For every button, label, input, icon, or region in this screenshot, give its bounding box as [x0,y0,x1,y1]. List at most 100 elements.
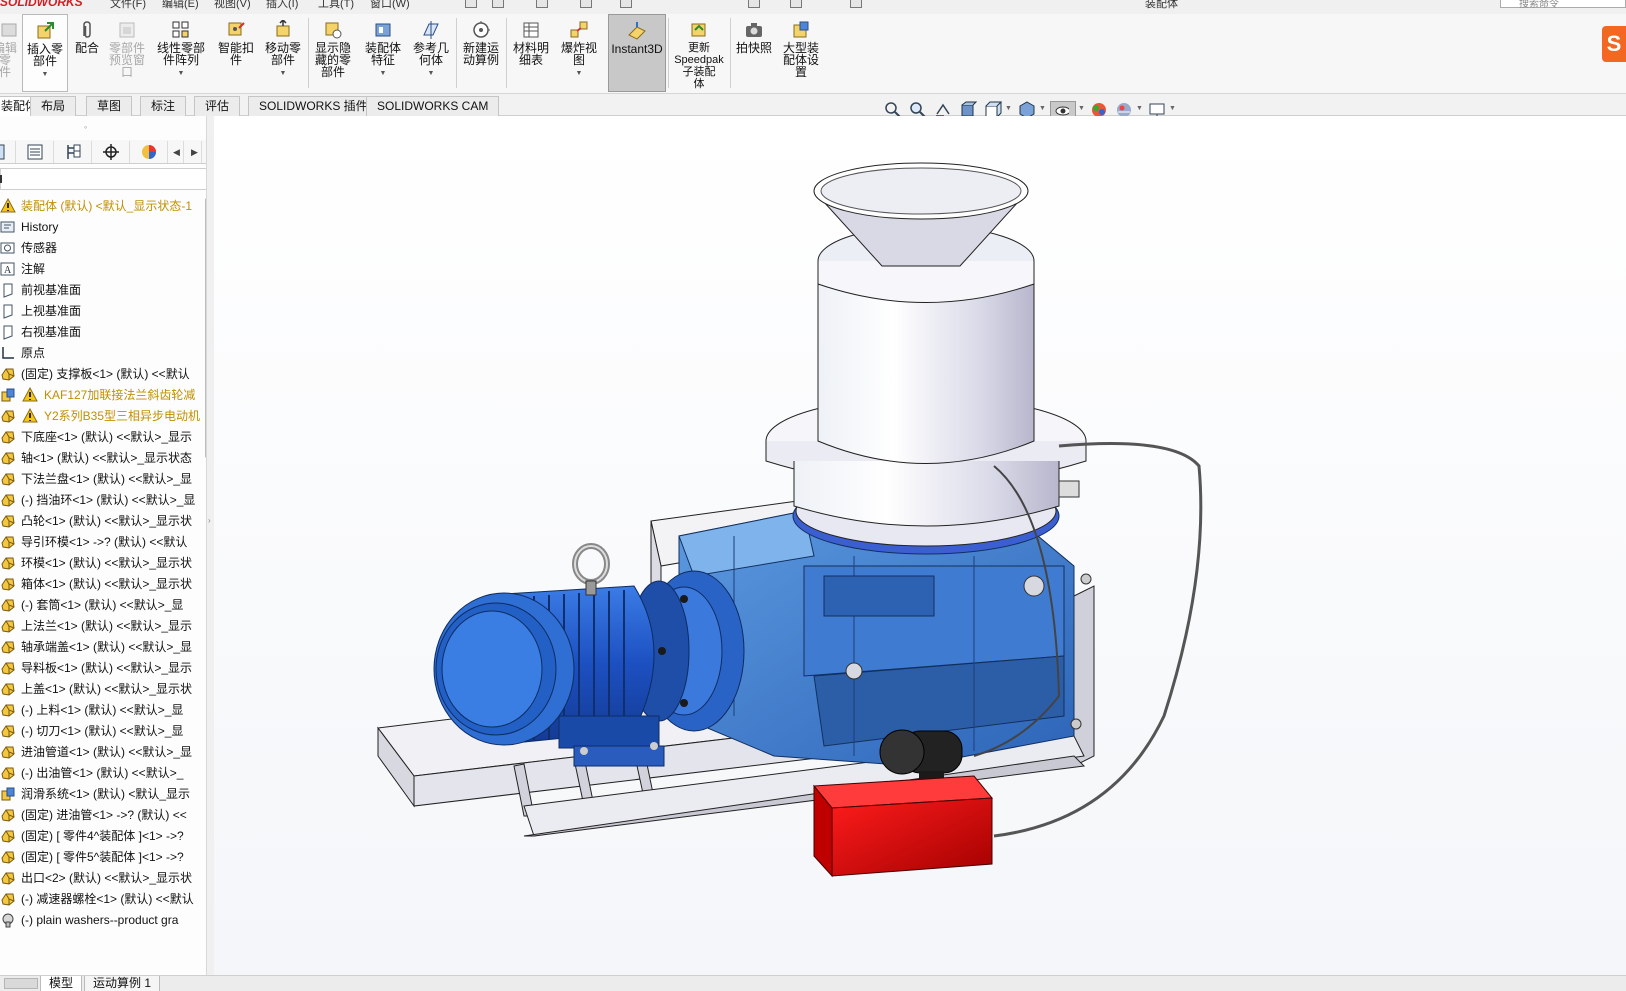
chevron-down-icon[interactable]: ▼ [152,68,210,80]
tab-scroll-buttons[interactable] [4,978,38,989]
update-speedpak-button[interactable]: 更新 Speedpak 子装配 体 [670,14,728,92]
table-icon [521,20,541,40]
tab-solidworks-addins[interactable]: SOLIDWORKS 插件 [248,96,379,116]
part-icon [0,681,16,697]
tree-item[interactable]: 导引环模<1> ->? (默认) <<默认 [0,532,204,552]
tree-item[interactable]: 下法兰盘<1> (默认) <<默认>_显 [0,469,204,489]
tree-item[interactable]: 轴承端盖<1> (默认) <<默认>_显 [0,637,204,657]
tree-item[interactable]: (-) 出油管<1> (默认) <<默认>_ [0,763,204,783]
tree-item[interactable]: (-) 套筒<1> (默认) <<默认>_显 [0,595,204,615]
display-manager-tab[interactable] [130,141,168,163]
rebuild-icon[interactable] [790,0,802,8]
search-input[interactable]: 搜索命令 [1500,0,1626,10]
tree-item[interactable]: 右视基准面 [0,322,204,342]
exploded-view-button[interactable]: 爆炸视 图 ▼ [556,14,602,92]
new-icon[interactable] [465,0,477,8]
tree-item[interactable]: 原点 [0,343,204,363]
tree-item[interactable]: 前视基准面 [0,280,204,300]
assembly-features-button[interactable]: 装配体 特征 ▼ [360,14,406,92]
tree-item[interactable]: Y2系列B35型三相异步电动机 [0,406,204,426]
dimxpert-manager-tab[interactable] [92,141,130,163]
smart-fasteners-button[interactable]: 智能扣 件 [214,14,258,92]
chevron-right-icon[interactable]: ▶ [188,141,202,163]
tree-item[interactable]: 上法兰<1> (默认) <<默认>_显示 [0,616,204,636]
panel-grip[interactable]: ◦ [84,122,87,132]
tree-item[interactable]: (-) 切刀<1> (默认) <<默认>_显 [0,721,204,741]
show-hidden-components-button[interactable]: 显示隐 藏的零 部件 [310,14,356,92]
move-component-button[interactable]: 移动零 部件 ▼ [260,14,306,92]
tree-item[interactable]: 润滑系统<1> (默认) <默认_显示 [0,784,204,804]
panel-splitter[interactable]: › [206,116,214,975]
tree-item[interactable]: (固定) [ 零件5^装配体 ]<1> ->? [0,847,204,867]
tree-item[interactable]: 凸轮<1> (默认) <<默认>_显示状 [0,511,204,531]
bill-of-materials-button[interactable]: 材料明 细表 [508,14,554,92]
tab-layout[interactable]: 布局 [30,96,77,116]
tree-item-label: 上盖<1> (默认) <<默认>_显示状 [21,682,193,696]
tree-item[interactable]: 导料板<1> (默认) <<默认>_显示 [0,658,204,678]
tree-item[interactable]: (-) 上料<1> (默认) <<默认>_显 [0,700,204,720]
menu-insert[interactable]: 插入(I) [266,0,298,11]
fastener-icon [0,912,16,928]
chevron-down-icon[interactable]: ▼ [260,68,306,80]
insert-components-button[interactable]: 插入零 部件 ▼ [22,14,68,92]
tree-item[interactable]: 进油管道<1> (默认) <<默认>_显 [0,742,204,762]
select-icon[interactable] [748,0,760,8]
tree-item[interactable]: (固定) 支撑板<1> (默认) <<默认 [0,364,204,384]
tree-item[interactable]: 出口<2> (默认) <<默认>_显示状 [0,868,204,888]
tree-item[interactable]: 环模<1> (默认) <<默认>_显示状 [0,553,204,573]
tab-model[interactable]: 模型 [40,976,83,991]
tree-item[interactable]: 传感器 [0,238,204,258]
chevron-left-icon[interactable]: ◀ [170,141,184,163]
menu-window[interactable]: 窗口(W) [370,0,410,11]
tree-item[interactable]: (-) plain washers--product gra [0,910,204,930]
linear-pattern-button[interactable]: 线性零部 件阵列 ▼ [152,14,210,92]
menu-edit[interactable]: 编辑(E) [162,0,199,11]
instant3d-button[interactable]: Instant3D [608,14,666,92]
undo-icon[interactable] [620,0,632,8]
feature-manager-tab[interactable] [0,141,16,163]
tree-item[interactable]: (-) 减速器螺栓<1> (默认) <<默认 [0,889,204,909]
tree-filter-input[interactable] [0,168,208,190]
tree-item[interactable]: (固定) 进油管<1> ->? (默认) << [0,805,204,825]
mate-button[interactable]: 配合 [70,14,104,92]
print-icon[interactable] [580,0,592,8]
new-motion-study-button[interactable]: 新建运 动算例 [458,14,504,92]
tree-root-assembly[interactable]: 装配体 (默认) <默认_显示状态-1 [0,196,204,216]
take-snapshot-button[interactable]: 拍快照 [732,14,776,92]
tree-item[interactable]: KAF127加联接法兰斜齿轮减 [0,385,204,405]
options-icon[interactable] [850,0,862,8]
chevron-down-icon[interactable]: ▼ [408,68,454,80]
configuration-manager-tab[interactable] [54,141,92,163]
graphics-area[interactable]: Y X [214,116,1626,991]
tab-solidworks-cam[interactable]: SOLIDWORKS CAM [366,96,500,116]
edit-component-button[interactable]: 编辑零 件 [0,14,20,92]
menu-tools[interactable]: 工具(T) [318,0,354,11]
tab-evaluate[interactable]: 评估 [194,96,241,116]
property-manager-tab[interactable] [16,141,54,163]
tree-item[interactable]: History [0,217,204,237]
tree-item[interactable]: (-) 挡油环<1> (默认) <<默认>_显 [0,490,204,510]
chevron-down-icon[interactable]: ▼ [556,68,602,80]
menu-view[interactable]: 视图(V) [214,0,251,11]
large-assembly-settings-button[interactable]: 大型装 配体设 置 [778,14,824,92]
tree-item[interactable]: 下底座<1> (默认) <<默认>_显示 [0,427,204,447]
tree-item[interactable]: 箱体<1> (默认) <<默认>_显示状 [0,574,204,594]
tree-item[interactable]: 轴<1> (默认) <<默认>_显示状态 [0,448,204,468]
open-icon[interactable] [492,0,504,8]
tree-item[interactable]: 上盖<1> (默认) <<默认>_显示状 [0,679,204,699]
control-box[interactable] [812,775,994,878]
chevron-down-icon[interactable]: ▼ [360,68,406,80]
solidworks-s-logo: S [1602,26,1626,62]
chevron-down-icon[interactable]: ▼ [23,69,67,81]
tab-markup[interactable]: 标注 [140,96,187,116]
save-icon[interactable] [536,0,548,8]
tab-sketch[interactable]: 草图 [86,96,133,116]
tree-item[interactable]: A 注解 [0,259,204,279]
component-preview-button[interactable]: 零部件 预览窗 口 [104,14,150,92]
reference-geometry-button[interactable]: 参考几 何体 ▼ [408,14,454,92]
tree-item[interactable]: 上视基准面 [0,301,204,321]
tab-motion-study-1[interactable]: 运动算例 1 [84,976,161,991]
tree-item[interactable]: (固定) [ 零件4^装配体 ]<1> ->? [0,826,204,846]
menu-file[interactable]: 文件(F) [110,0,146,11]
assembly-model-view[interactable] [214,116,1626,975]
